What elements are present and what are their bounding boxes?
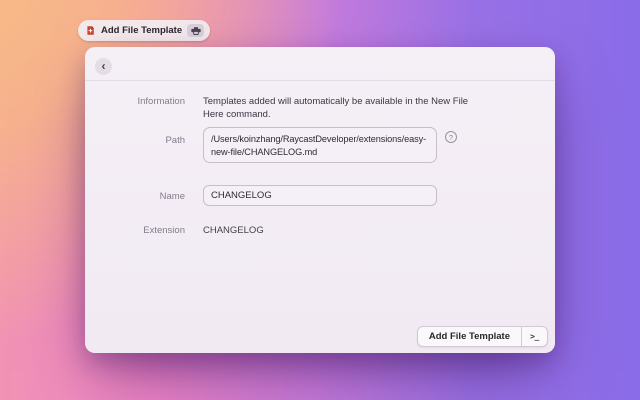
path-textarea[interactable]: /Users/koinzhang/RaycastDeveloper/extens… [203, 127, 437, 163]
form-row-path: Path /Users/koinzhang/RaycastDeveloper/e… [85, 127, 555, 168]
new-file-icon [85, 25, 96, 36]
information-label: Information [137, 96, 185, 107]
add-file-template-window: ‹ Information Templates added will autom… [85, 47, 555, 353]
header-divider [85, 80, 555, 81]
printer-icon [187, 24, 205, 37]
back-button[interactable]: ‹ [95, 58, 112, 75]
form-row-extension: Extension CHANGELOG [85, 224, 555, 236]
chevron-left-icon: ‹ [101, 58, 106, 73]
name-input[interactable] [203, 185, 437, 206]
terminal-prompt-icon[interactable]: >_ [521, 327, 547, 346]
extension-value: CHANGELOG [203, 225, 264, 236]
pill-title: Add File Template [101, 25, 183, 36]
extension-label: Extension [143, 225, 185, 236]
command-title-chip[interactable]: Add File Template [78, 20, 211, 41]
question-mark-icon[interactable]: ? [445, 131, 457, 143]
path-label: Path [165, 135, 185, 146]
information-text: Templates added will automatically be av… [203, 96, 469, 120]
add-file-template-button-label[interactable]: Add File Template [418, 327, 521, 346]
form-row-name: Name [85, 185, 555, 206]
name-label: Name [159, 191, 185, 202]
form-row-information: Information Templates added will automat… [85, 95, 555, 121]
desktop-background: Add File Template ‹ Information Template… [0, 0, 640, 400]
add-file-template-button[interactable]: Add File Template >_ [416, 326, 548, 347]
